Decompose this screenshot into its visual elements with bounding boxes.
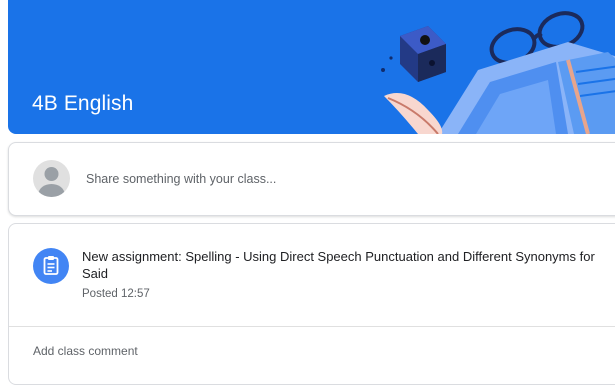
post-timestamp: Posted 12:57 — [82, 288, 150, 300]
divider — [9, 326, 615, 327]
add-class-comment-button[interactable]: Add class comment — [33, 344, 138, 358]
share-placeholder[interactable]: Share something with your class... — [86, 172, 276, 186]
avatar — [33, 160, 70, 197]
stream-post: New assignment: Spelling - Using Direct … — [8, 223, 615, 385]
user-avatar-icon — [38, 167, 65, 197]
feather-icon — [384, 93, 443, 134]
class-title[interactable]: 4B English — [32, 92, 133, 116]
book-icon — [438, 42, 615, 134]
clipboard-icon — [43, 256, 59, 275]
dice-icon — [400, 26, 446, 82]
share-box[interactable]: Share something with your class... — [8, 142, 615, 216]
post-title[interactable]: New assignment: Spelling - Using Direct … — [82, 248, 612, 282]
assignment-icon — [33, 248, 69, 284]
class-banner: 4B English — [8, 0, 615, 134]
